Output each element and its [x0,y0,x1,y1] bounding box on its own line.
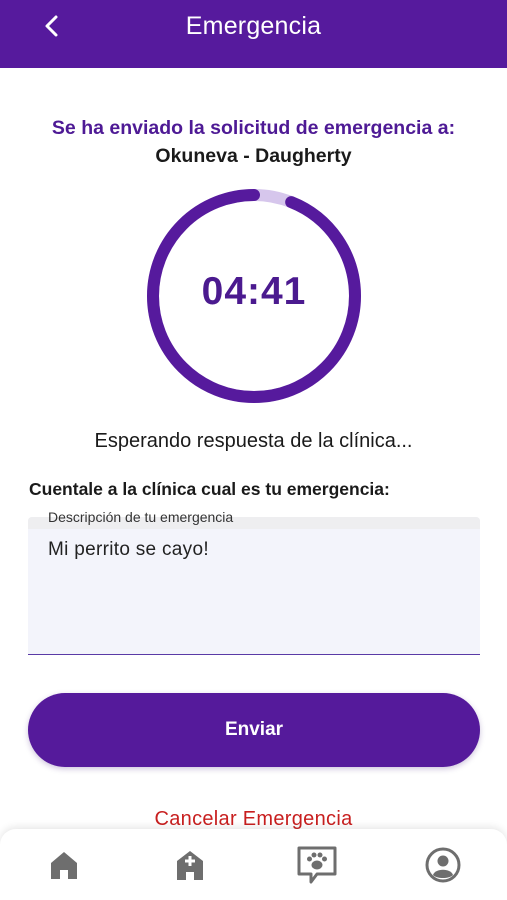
home-icon [51,852,77,879]
nav-pet-chat[interactable] [295,843,339,887]
app-bar: Emergencia [0,0,507,68]
nav-profile[interactable] [421,843,465,887]
emergency-screen: Emergencia Se ha enviado la solicitud de… [0,0,507,900]
send-button[interactable]: Enviar [28,693,480,767]
cancel-emergency-link[interactable]: Cancelar Emergencia [0,808,507,831]
field-label: Descripción de tu emergencia [48,509,234,525]
waiting-status: Esperando respuesta de la clínica... [94,430,413,452]
emergency-description-field[interactable]: Mi perrito se cayo! [28,517,480,655]
clinic-name: Okuneva - Daugherty [155,145,352,167]
emergency-description-input[interactable]: Mi perrito se cayo! [48,539,468,561]
countdown-timer: 04:41 [146,188,362,404]
emergency-prompt: Cuentale a la clínica cual es tu emergen… [29,479,390,499]
request-sent-title: Se ha enviado la solicitud de emergencia… [51,117,456,139]
nav-home[interactable] [42,843,86,887]
profile-icon [425,847,461,883]
clinic-icon [177,851,203,880]
paw-chat-icon [297,846,337,884]
nav-clinics[interactable] [168,843,212,887]
timer-value: 04:41 [201,270,307,313]
bottom-navigation [0,829,507,900]
page-title: Emergencia [185,12,322,40]
